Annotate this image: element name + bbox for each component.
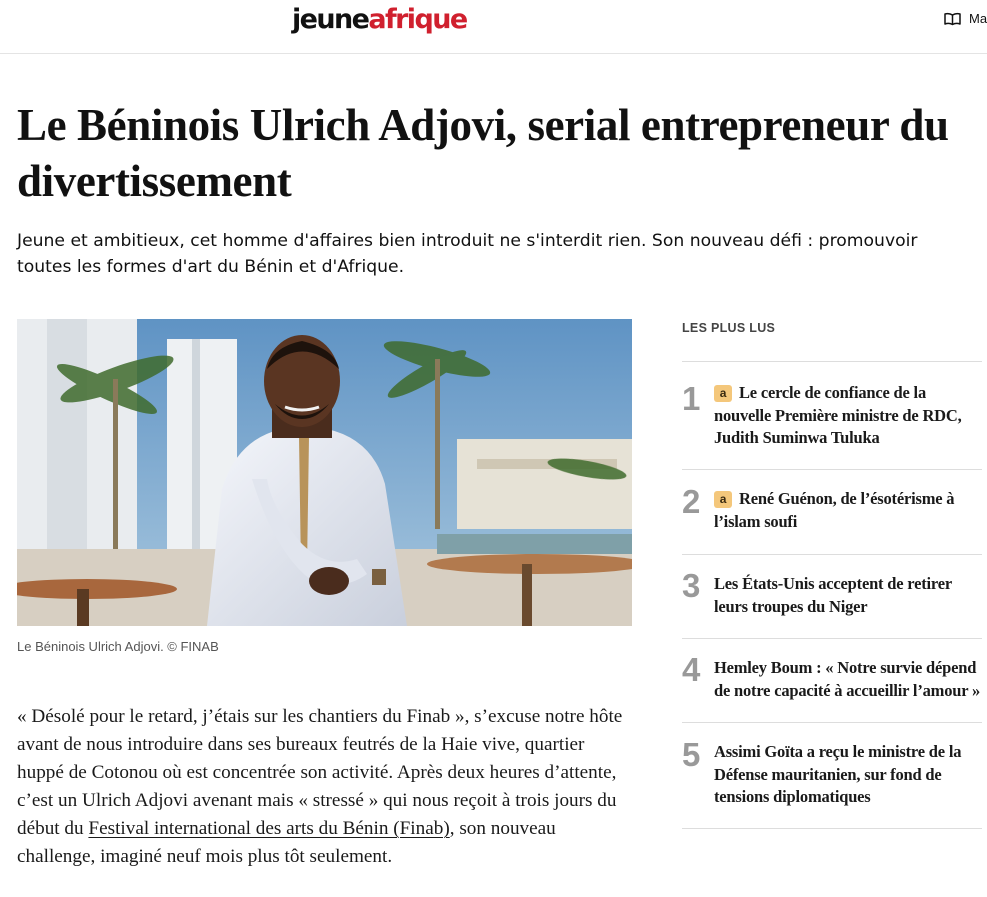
most-read-item-3[interactable]: 3 Les États-Unis acceptent de retirer le… [682,555,982,639]
most-read-item-title: Les États-Unis acceptent de retirer leur… [714,574,952,616]
most-read-heading: LES PLUS LUS [682,321,776,335]
most-read-item-1[interactable]: 1 a Le cercle de confiance de la nouvelle… [682,362,982,470]
image-caption: Le Béninois Ulrich Adjovi. © FINAB [17,639,219,654]
magazine-link[interactable]: Ma [944,11,987,26]
most-read-item-title: Assimi Goïta a reçu le ministre de la Dé… [714,742,962,806]
most-read-item-title: a René Guénon, de l’ésotérisme à l’islam … [714,488,982,533]
premium-badge-icon: a [714,385,732,402]
most-read-title-text: René Guénon, de l’ésotérisme à l’islam s… [714,489,955,531]
top-bar: jeuneafrique Ma [0,0,987,54]
article-body-paragraph: « Désolé pour le retard, j’étais sur les… [17,703,632,871]
open-book-icon [944,12,961,26]
rank-number: 2 [682,483,701,520]
most-read-title-text: Le cercle de confiance de la nouvelle Pr… [714,383,962,447]
most-read-item-title: a Le cercle de confiance de la nouvelle P… [714,382,982,450]
article-title: Le Béninois Ulrich Adjovi, serial entrep… [17,100,949,206]
most-read-item-5[interactable]: 5 Assimi Goïta a reçu le ministre de la … [682,723,982,829]
most-read-item-title: Hemley Boum : « Notre survie dépend de n… [714,658,981,700]
magazine-label: Ma [969,11,987,26]
article-photo [17,319,632,626]
rank-number: 3 [682,567,701,604]
logo-text-jeune: jeune [292,4,370,35]
most-read-item-4[interactable]: 4 Hemley Boum : « Notre survie dépend de… [682,639,982,723]
rank-number: 5 [682,736,701,773]
rank-number: 4 [682,651,701,688]
rank-number: 1 [682,380,701,417]
finab-link[interactable]: Festival international des arts du Bénin… [88,818,449,839]
premium-badge-icon: a [714,491,732,508]
article-chapo: Jeune et ambitieux, cet homme d'affaires… [17,231,918,277]
site-logo[interactable]: jeuneafrique [292,2,468,38]
most-read-item-2[interactable]: 2 a René Guénon, de l’ésotérisme à l’isla… [682,470,982,555]
logo-text-afrique: afrique [368,4,468,35]
